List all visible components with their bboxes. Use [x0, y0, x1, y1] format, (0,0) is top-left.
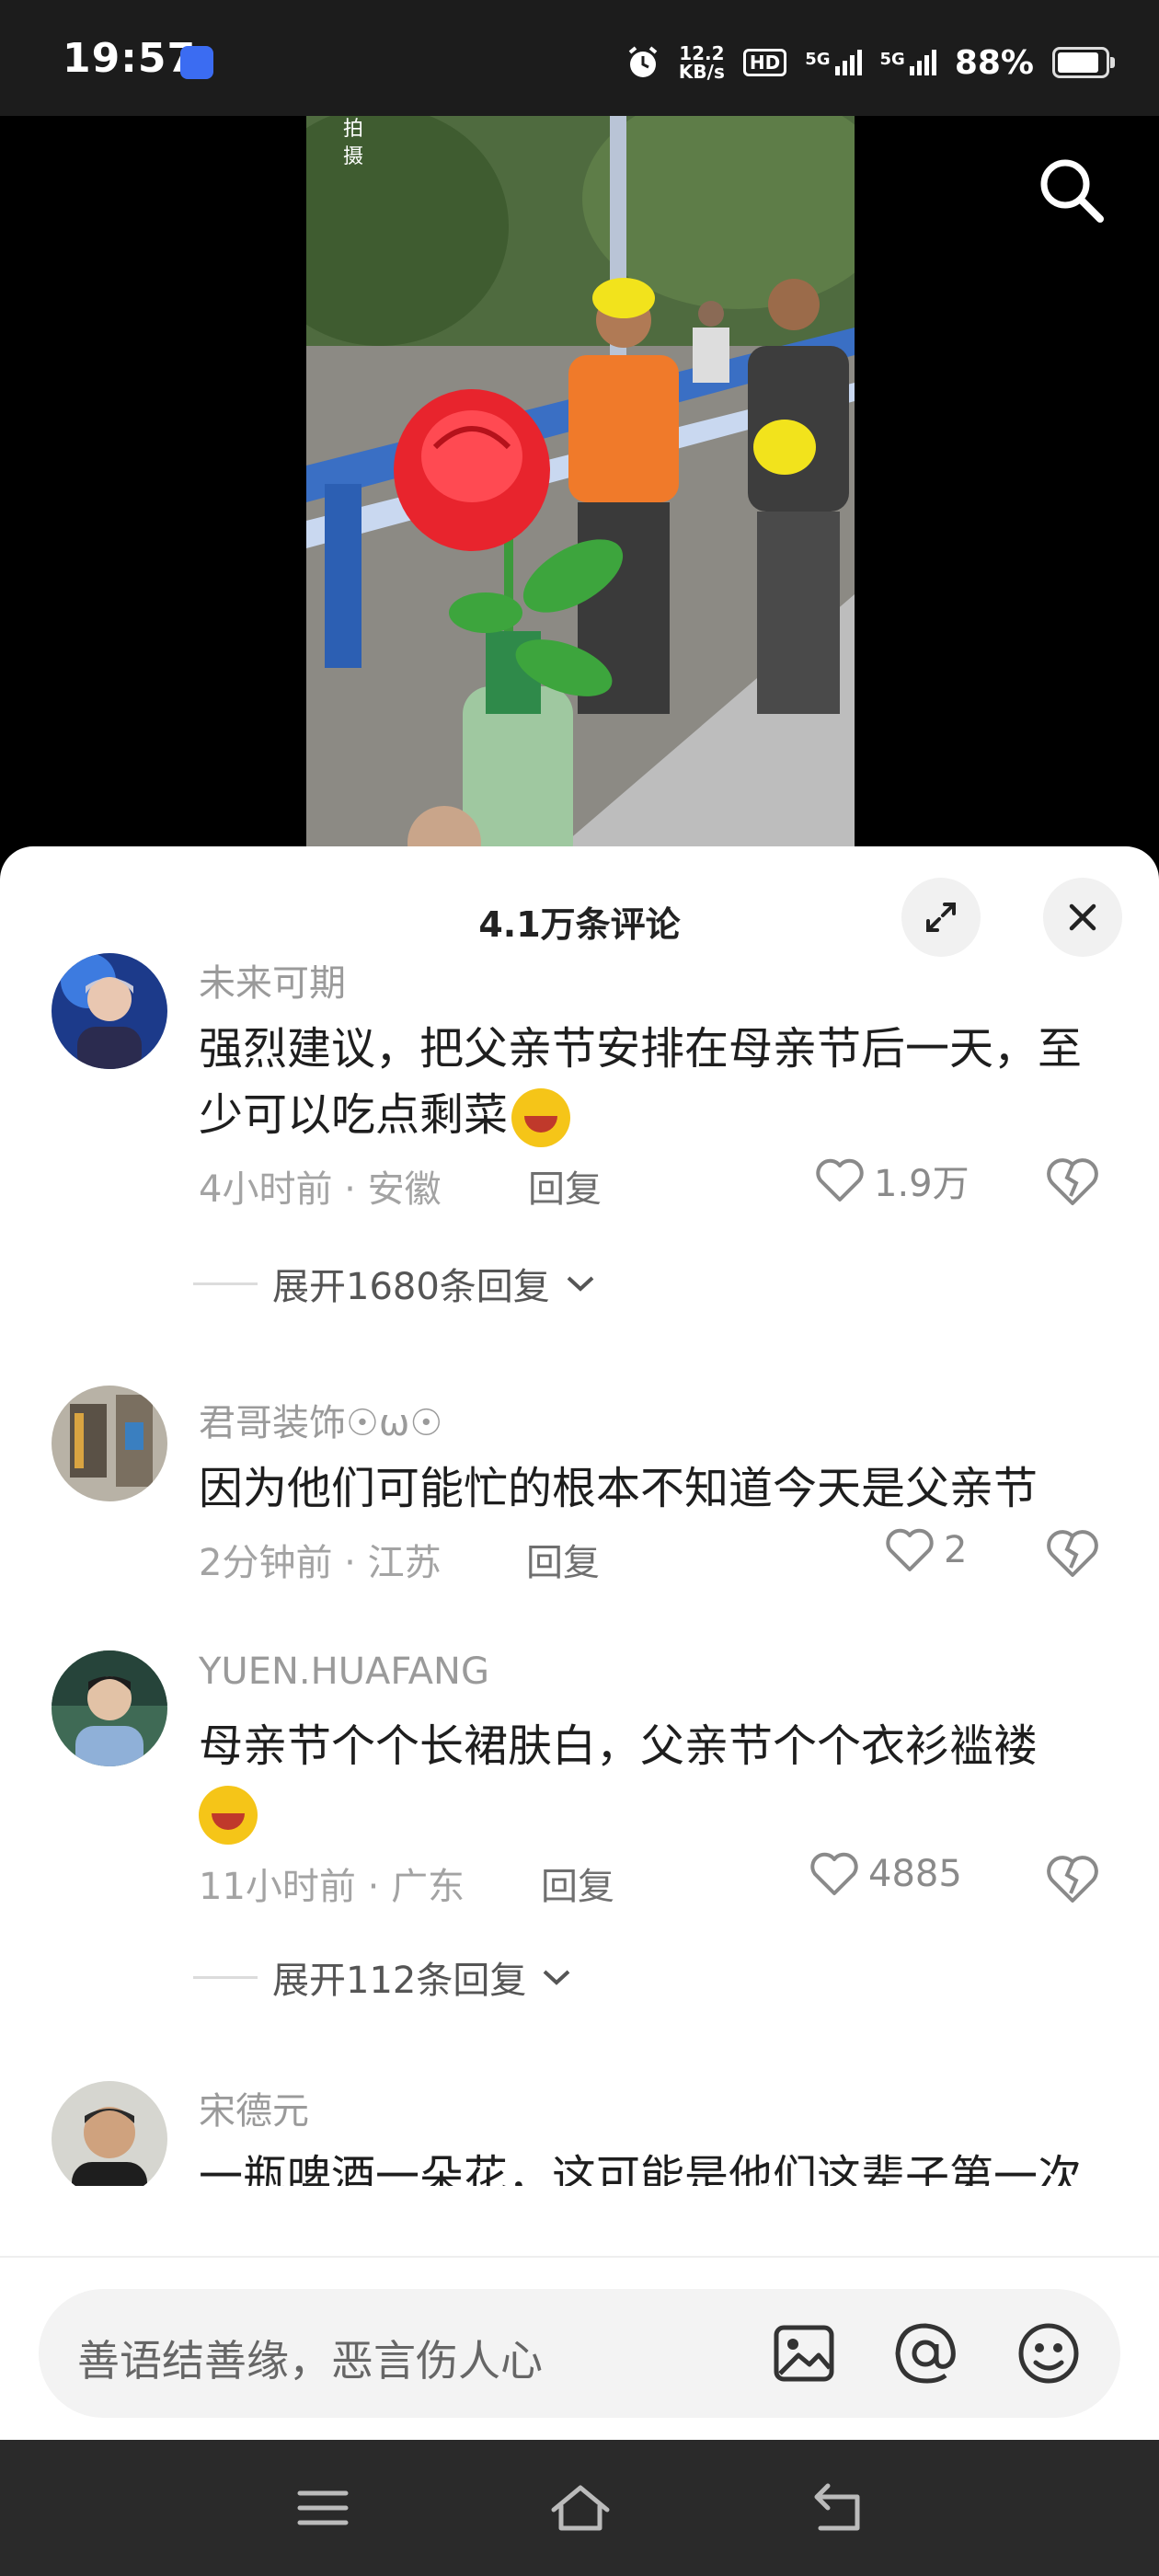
expand-replies-button[interactable]: 展开112条回复	[193, 1950, 572, 2004]
home-icon[interactable]	[548, 2478, 613, 2537]
menu-icon[interactable]	[291, 2478, 355, 2537]
watermark-line-2: 摄	[343, 145, 364, 168]
meta-separator: ·	[367, 1866, 380, 1908]
reply-button[interactable]: 回复	[528, 1159, 602, 1213]
network-speed-unit: KB/s	[678, 61, 725, 83]
video-frame[interactable]: 拍 摄	[306, 116, 855, 852]
status-icons: 12.2 KB/s HD 5G 5G 88%	[625, 35, 1115, 90]
comment-time: 11小时前	[199, 1866, 356, 1908]
search-icon[interactable]	[1034, 153, 1107, 226]
comment-text-content: 强烈建议，把父亲节安排在母亲节后一天，至少可以吃点剩菜	[199, 1023, 1083, 1141]
like-button[interactable]: 4885	[809, 1851, 962, 1897]
meta-separator: ·	[344, 1168, 356, 1211]
broken-heart-icon[interactable]	[1045, 1156, 1100, 1207]
comment-username[interactable]: 未来可期	[199, 953, 346, 1006]
signal-label: 5G	[805, 50, 831, 69]
video-player[interactable]: 拍 摄	[0, 116, 1159, 852]
expand-icon	[926, 903, 956, 932]
like-count: 1.9万	[874, 1163, 970, 1205]
video-watermark: 拍 摄	[343, 116, 363, 171]
like-count: 4885	[868, 1853, 962, 1895]
watermark-line-1: 拍	[343, 118, 364, 141]
video-scene-image	[306, 116, 855, 852]
comment-text: 母亲节个个长裙肤白，父亲节个个衣衫褴褛	[199, 1713, 1119, 1846]
like-button[interactable]: 2	[885, 1527, 967, 1573]
tears-of-joy-emoji-icon	[199, 1786, 258, 1845]
comment-location: 广东	[391, 1866, 465, 1908]
reply-button[interactable]: 回复	[526, 1533, 600, 1586]
comment-text-content: 母亲节个个长裙肤白，父亲节个个衣衫褴褛	[199, 1720, 1039, 1772]
comment-username[interactable]: YUEN.HUAFANG	[199, 1650, 489, 1693]
comment-input-placeholder: 善语结善缘，恶言伤人心	[77, 2336, 543, 2386]
comments-sheet: 4.1万条评论 未来可期 强烈建议，把父亲节安排在母亲节后一天，至少可以吃点剩菜…	[0, 846, 1159, 2440]
comment-text: 因为他们可能忙的根本不知道今天是父亲节	[199, 1463, 1039, 1514]
divider	[193, 1975, 258, 1979]
system-navigation-bar	[0, 2440, 1159, 2576]
avatar[interactable]	[52, 1386, 167, 1501]
like-count: 2	[944, 1529, 968, 1571]
comment-username[interactable]: 宋德元	[199, 2081, 309, 2134]
mention-icon[interactable]	[889, 2317, 962, 2390]
heart-icon	[810, 1852, 858, 1895]
broken-heart-icon[interactable]	[1045, 1527, 1100, 1579]
close-icon	[1069, 903, 1096, 931]
comment-location: 江苏	[367, 1542, 442, 1584]
emoji-icon[interactable]	[1012, 2317, 1085, 2390]
comment-location: 安徽	[367, 1168, 442, 1211]
image-icon[interactable]	[767, 2317, 841, 2390]
network-speed-value: 12.2	[679, 42, 725, 64]
meta-separator: ·	[344, 1542, 356, 1584]
avatar[interactable]	[52, 2081, 167, 2186]
heart-icon	[816, 1158, 864, 1202]
laughing-emoji-icon	[511, 1088, 571, 1147]
battery-percent: 88%	[954, 43, 1034, 82]
comment-input[interactable]: 善语结善缘，恶言伤人心	[39, 2289, 1120, 2418]
signal-label-2: 5G	[879, 50, 905, 69]
comment-text: 一瓶啤酒一朵花，这可能是他们这辈子第一次收到最浪漫最实惠的礼物	[199, 2151, 1083, 2186]
heart-icon	[886, 1528, 934, 1571]
comment-input-bar: 善语结善缘，恶言伤人心	[0, 2256, 1159, 2442]
hd-icon: HD	[742, 49, 787, 76]
like-button[interactable]: 1.9万	[815, 1154, 970, 1207]
back-icon[interactable]	[806, 2478, 870, 2537]
signal-icon: 5G	[805, 50, 862, 75]
avatar[interactable]	[52, 953, 167, 1069]
chevron-down-icon	[544, 1970, 570, 1985]
comment-time: 4小时前	[199, 1168, 333, 1211]
comment-meta: 4小时前 · 安徽	[199, 1159, 442, 1213]
expand-fullscreen-button[interactable]	[901, 878, 981, 957]
expand-replies-label: 展开112条回复	[272, 1960, 527, 2002]
close-button[interactable]	[1043, 878, 1122, 957]
battery-icon	[1052, 47, 1115, 78]
broken-heart-icon[interactable]	[1045, 1853, 1100, 1904]
comment-meta: 11小时前 · 广东	[199, 1857, 465, 1910]
comment-time: 2分钟前	[199, 1542, 333, 1584]
chevron-down-icon	[567, 1276, 594, 1292]
status-bar: 19:57 12.2 KB/s HD 5G 5G 88%	[0, 0, 1159, 116]
expand-replies-label: 展开1680条回复	[272, 1266, 550, 1308]
expand-replies-button[interactable]: 展开1680条回复	[193, 1257, 596, 1310]
comment-text: 强烈建议，把父亲节安排在母亲节后一天，至少可以吃点剩菜	[199, 1016, 1119, 1148]
comment-username[interactable]: 君哥装饰☉ω☉	[199, 1393, 442, 1446]
status-time: 19:57	[63, 35, 197, 82]
comments-count-title: 4.1万条评论	[478, 904, 681, 945]
app-notification-icon	[180, 46, 213, 79]
alarm-icon	[628, 46, 658, 77]
signal-icon-2: 5G	[880, 50, 936, 75]
network-speed: 12.2 KB/s	[679, 44, 725, 81]
reply-button[interactable]: 回复	[541, 1857, 614, 1910]
comment-meta: 2分钟前 · 江苏	[199, 1533, 442, 1586]
avatar[interactable]	[52, 1650, 167, 1766]
divider	[193, 1282, 258, 1285]
comments-list[interactable]: 未来可期 强烈建议，把父亲节安排在母亲节后一天，至少可以吃点剩菜 4小时前 · …	[0, 953, 1159, 2186]
